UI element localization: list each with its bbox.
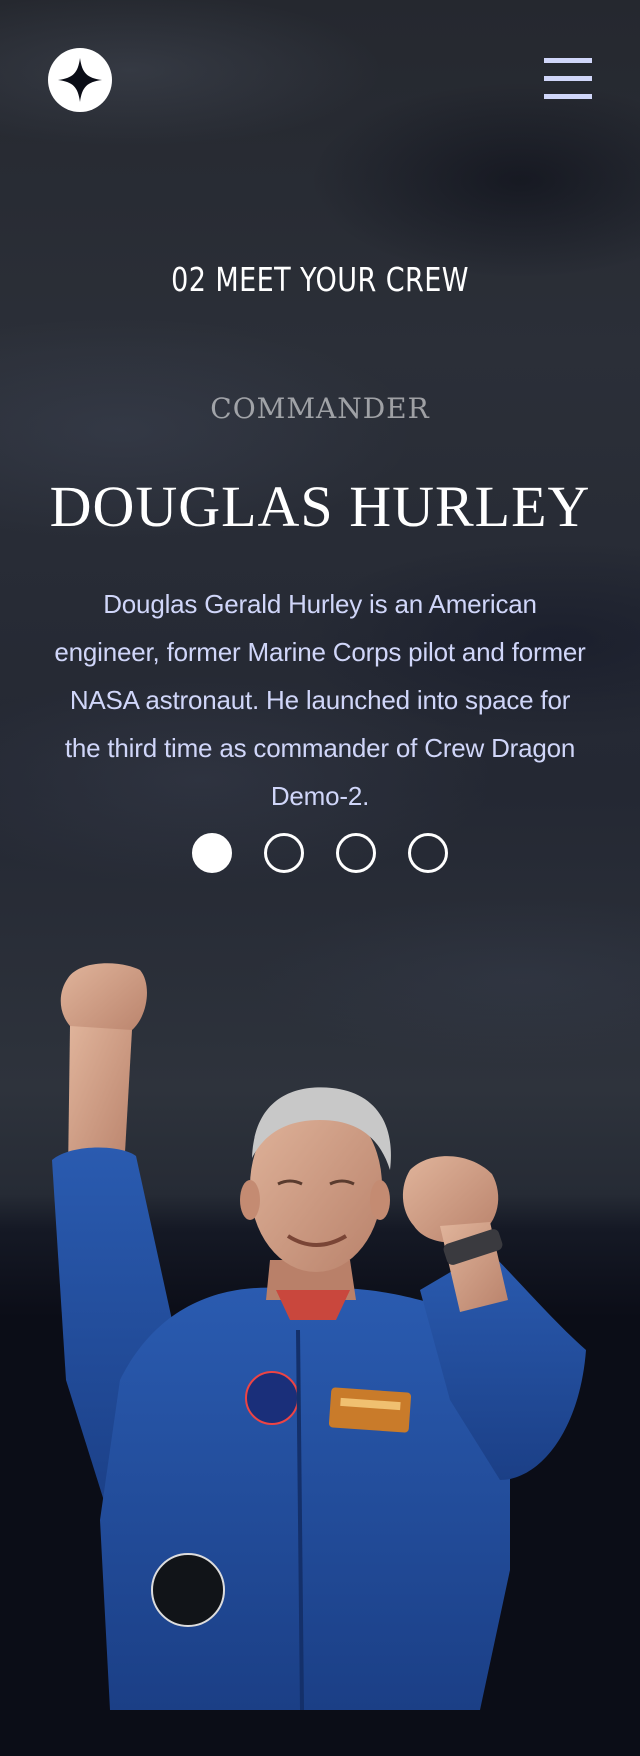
menu-bar (544, 58, 592, 63)
crew-member-photo (40, 960, 600, 1711)
crew-bio: Douglas Gerald Hurley is an American eng… (54, 589, 586, 811)
crew-dot-1[interactable] (192, 833, 232, 873)
crew-role: COMMANDER (210, 392, 430, 425)
crew-name: DOUGLAS HURLEY (49, 474, 591, 539)
menu-bar (544, 76, 592, 81)
page-heading: 02 MEET YOUR CREW (58, 260, 583, 299)
crew-dot-4[interactable] (408, 833, 448, 873)
star-logo-icon[interactable] (48, 48, 112, 112)
page-heading-number: 02 (171, 260, 207, 299)
menu-bar (544, 94, 592, 99)
page-heading-text: MEET YOUR CREW (215, 260, 469, 299)
hamburger-menu-icon[interactable] (544, 58, 592, 100)
crew-dot-3[interactable] (336, 833, 376, 873)
crew-pagination (192, 833, 448, 873)
crew-dot-2[interactable] (264, 833, 304, 873)
